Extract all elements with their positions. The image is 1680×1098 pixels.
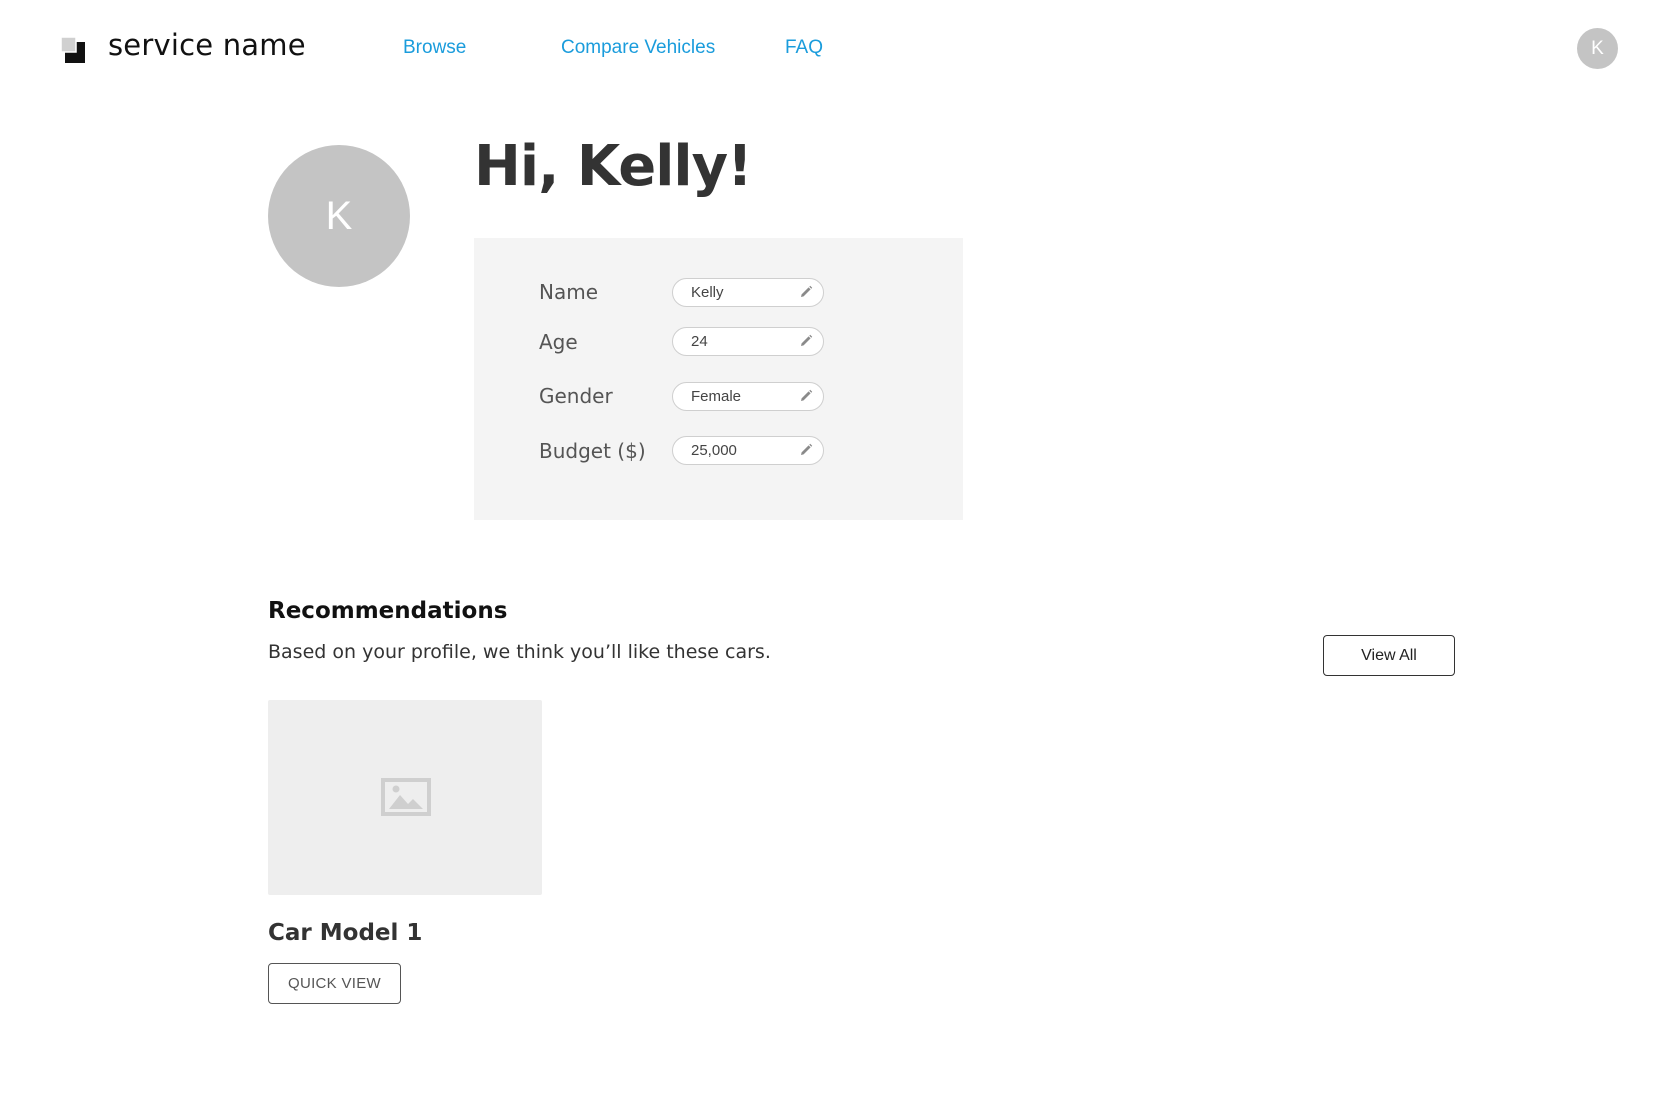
name-field-value: Kelly <box>691 284 724 301</box>
field-label-age: Age <box>539 330 578 354</box>
header-user-avatar[interactable]: K <box>1577 28 1618 69</box>
greeting-title: Hi, Kelly! <box>474 134 753 199</box>
recommendations-heading: Recommendations <box>268 598 508 624</box>
field-label-gender: Gender <box>539 384 613 408</box>
name-field[interactable]: Kelly <box>672 278 824 307</box>
brand-name[interactable]: service name <box>108 28 306 62</box>
quick-view-button[interactable]: QUICK VIEW <box>268 963 401 1004</box>
pencil-icon[interactable] <box>799 334 813 348</box>
pencil-icon[interactable] <box>799 285 813 299</box>
logo-icon[interactable] <box>61 37 85 63</box>
car-image-placeholder[interactable] <box>268 700 542 895</box>
profile-avatar: K <box>268 145 410 287</box>
view-all-button[interactable]: View All <box>1323 635 1455 676</box>
field-label-name: Name <box>539 280 599 304</box>
budget-field[interactable]: 25,000 <box>672 436 824 465</box>
pencil-icon[interactable] <box>799 389 813 403</box>
nav-link-browse[interactable]: Browse <box>403 37 466 59</box>
field-label-budget: Budget ($) <box>539 439 646 463</box>
gender-field[interactable]: Female <box>672 382 824 411</box>
image-placeholder-icon <box>381 778 431 816</box>
profile-details-card: Name Kelly Age 24 Gender Female Budget (… <box>474 238 963 520</box>
page: service name Browse Compare Vehicles FAQ… <box>0 0 1680 1098</box>
budget-field-value: 25,000 <box>691 442 737 459</box>
recommendations-subtitle: Based on your profile, we think you’ll l… <box>268 641 771 663</box>
gender-field-value: Female <box>691 388 742 405</box>
car-card-title[interactable]: Car Model 1 <box>268 920 422 946</box>
pencil-icon[interactable] <box>799 443 813 457</box>
nav-link-compare-vehicles[interactable]: Compare Vehicles <box>561 37 715 59</box>
nav-link-faq[interactable]: FAQ <box>785 37 823 59</box>
age-field[interactable]: 24 <box>672 327 824 356</box>
age-field-value: 24 <box>691 333 708 350</box>
